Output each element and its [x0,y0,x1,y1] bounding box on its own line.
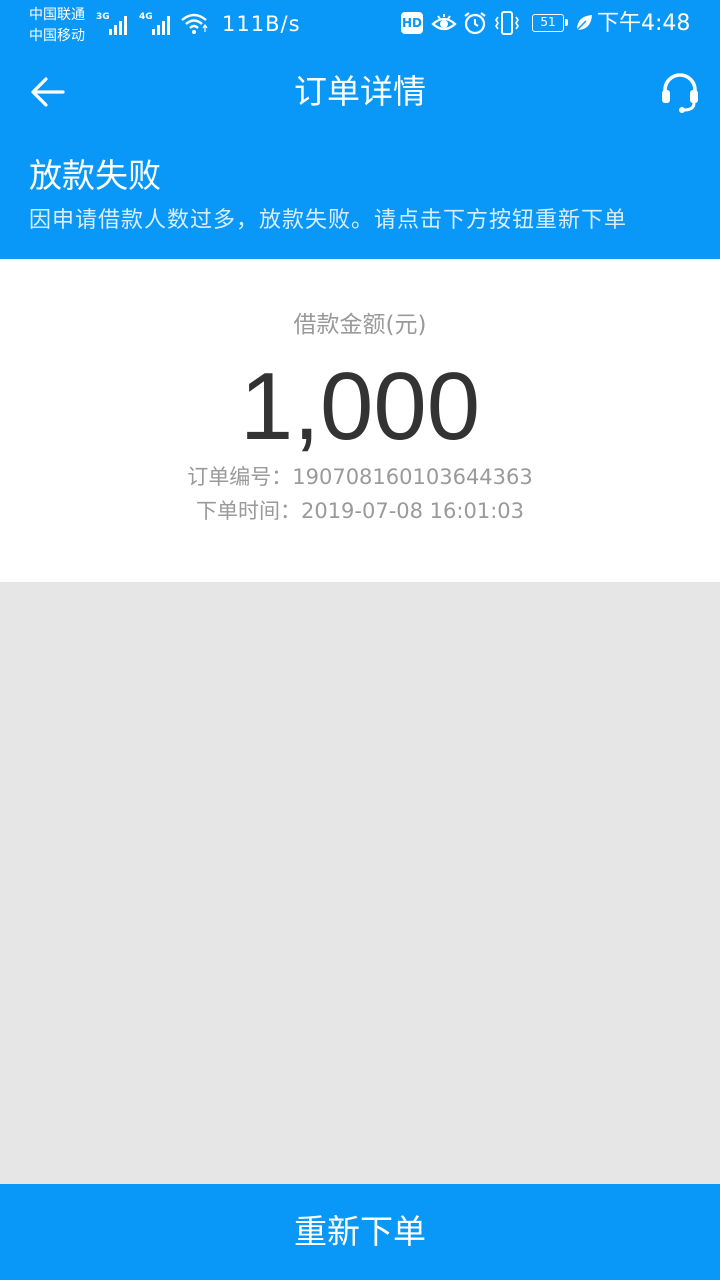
loan-status-title: 放款失败 [29,156,161,195]
battery-icon: 51 [532,14,568,32]
amount-label: 借款金额(元) [293,312,427,338]
eye-icon [431,14,457,31]
loan-amount: 1,000 [239,353,481,460]
carrier-2: 中国移动 [29,28,85,44]
hd-badge: HD [401,12,423,34]
leaf-icon [576,15,592,31]
alarm-icon [464,12,486,35]
page-title: 订单详情 [294,72,426,111]
order-number: 190708160103644363 [292,465,533,489]
order-number-label: 订单编号： [187,465,293,489]
carrier-1: 中国联通 [29,7,85,23]
order-number-row: 订单编号：190708160103644363 [0,462,720,492]
loan-status-message: 因申请借款人数过多，放款失败。请点击下方按钮重新下单 [29,208,628,233]
order-time-label: 下单时间： [195,499,301,523]
net-speed: 111B/s [222,12,301,36]
carrier-names: 中国联通 中国移动 [29,5,85,47]
status-time: 下午4:48 [597,11,691,36]
order-time-row: 下单时间：2019-07-08 16:01:03 [0,496,720,526]
title-bar: 订单详情 [0,48,720,138]
order-time: 2019-07-08 16:01:03 [300,499,525,523]
headset-icon [662,73,698,113]
loan-status-banner: 放款失败 因申请借款人数过多，放款失败。请点击下方按钮重新下单 [0,138,720,259]
customer-service-button[interactable] [650,62,710,122]
reorder-button[interactable]: 重新下单 [0,1184,720,1280]
vibrate-icon [495,11,519,35]
order-summary-card: 借款金额(元) 1,000 订单编号：190708160103644363 下单… [0,259,720,582]
status-bar: 中国联通 中国移动 3G 4G 111B/s HD 51 下午4:48 [0,0,720,48]
wifi-icon [181,13,208,34]
battery-level: 51 [540,15,556,29]
